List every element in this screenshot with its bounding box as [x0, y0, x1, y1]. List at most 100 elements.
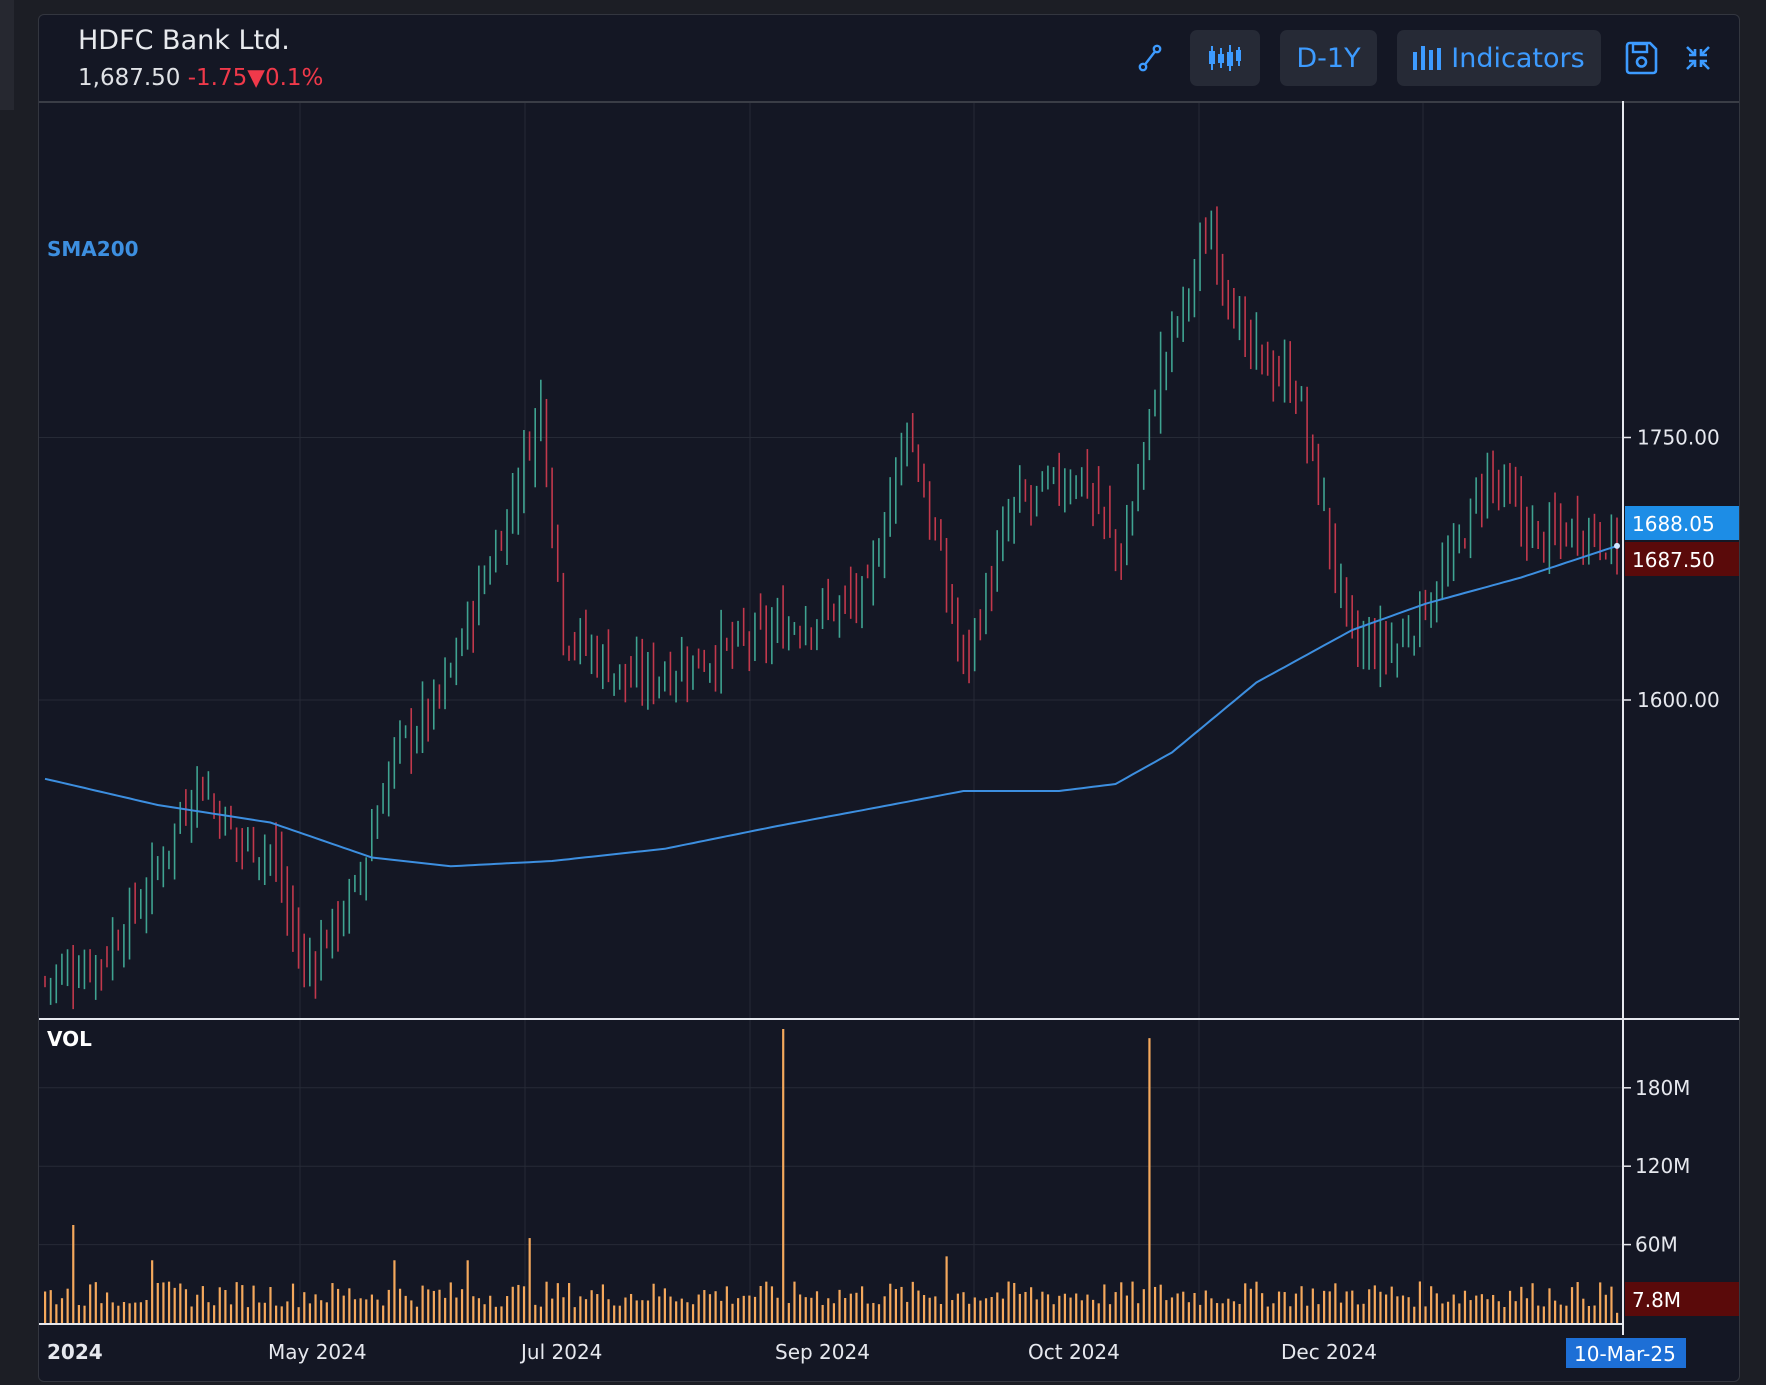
volume-bar: [776, 1297, 779, 1323]
volume-bar: [1153, 1286, 1157, 1323]
x-label-2024: 2024: [47, 1340, 103, 1364]
volume-bar: [860, 1286, 864, 1323]
volume-bar: [680, 1298, 683, 1323]
volume-bar: [1210, 1298, 1213, 1323]
svg-text:1687.50: 1687.50: [1632, 548, 1715, 572]
volume-bar: [83, 1305, 86, 1323]
x-label-sep-2024: Sep 2024: [775, 1340, 870, 1364]
volume-bar: [686, 1302, 689, 1323]
volume-bar: [1323, 1290, 1326, 1323]
volume-bar: [269, 1287, 272, 1323]
volume-bar: [1559, 1304, 1562, 1323]
volume-bar: [1604, 1294, 1607, 1323]
volume-bar: [184, 1289, 188, 1323]
volume-bar: [235, 1282, 238, 1323]
x-label-dec-2024: Dec 2024: [1281, 1340, 1377, 1364]
volume-bar: [528, 1238, 531, 1323]
volume-bar: [1463, 1290, 1467, 1323]
volume-bar: [973, 1297, 976, 1323]
volume-bar: [1289, 1306, 1292, 1323]
volume-bar: [1306, 1305, 1309, 1323]
volume-bar: [252, 1285, 255, 1323]
volume-bar: [1446, 1301, 1450, 1323]
volume-bar: [951, 1300, 954, 1323]
volume-bar: [1531, 1283, 1534, 1323]
volume-bar: [877, 1304, 881, 1323]
volume-bar: [1041, 1291, 1044, 1323]
volume-bar: [832, 1303, 836, 1323]
svg-text:1688.05: 1688.05: [1632, 512, 1715, 536]
svg-text:7.8M: 7.8M: [1632, 1288, 1681, 1312]
volume-bar: [1108, 1304, 1112, 1323]
volume-bar: [297, 1307, 300, 1323]
volume-bar: [545, 1281, 548, 1323]
volume-bar: [1046, 1294, 1050, 1323]
volume-bar: [275, 1305, 278, 1323]
volume-bar: [1379, 1291, 1382, 1323]
volume-bar: [1294, 1293, 1298, 1323]
volume-bar: [928, 1297, 931, 1323]
volume-bar: [714, 1291, 717, 1323]
volume-bar: [1390, 1286, 1393, 1323]
volume-bar: [522, 1286, 526, 1323]
volume-bar: [263, 1302, 266, 1323]
volume-bar: [1593, 1305, 1596, 1323]
volume-bar: [607, 1299, 610, 1323]
volume-bar: [1537, 1305, 1540, 1323]
volume-bar: [663, 1288, 666, 1323]
volume-bar: [658, 1296, 661, 1323]
volume-bar: [122, 1301, 126, 1323]
volume-bar: [179, 1283, 182, 1323]
volume-bar: [1424, 1306, 1427, 1323]
volume-bar: [320, 1300, 323, 1323]
volume-bar: [229, 1304, 233, 1323]
volume-bar: [793, 1281, 796, 1323]
volume-bar: [539, 1306, 543, 1323]
volume-bar: [697, 1294, 700, 1323]
volume-bar: [308, 1303, 312, 1323]
volume-bar: [218, 1287, 221, 1323]
volume-bar: [1176, 1293, 1179, 1323]
volume-bar: [1458, 1303, 1461, 1323]
volume-bar: [89, 1284, 92, 1323]
volume-bar: [1435, 1293, 1438, 1323]
volume-bar: [1441, 1303, 1444, 1323]
volume-bar: [1058, 1295, 1061, 1323]
volume-tick-label: 180M: [1635, 1076, 1690, 1100]
volume-bar: [427, 1289, 430, 1323]
x-label-jul-2024: Jul 2024: [519, 1340, 602, 1364]
volume-bar: [376, 1299, 379, 1323]
volume-bar: [66, 1288, 69, 1323]
sma200-price-tag: 1688.05: [1625, 506, 1739, 540]
volume-bar: [629, 1293, 633, 1323]
volume-bar: [984, 1298, 988, 1323]
price-volume-chart[interactable]: SMA200 VOL 1600.00 1750.00 60M 120M 180M 16…: [39, 15, 1739, 1381]
volume-bar: [303, 1292, 306, 1323]
volume-bar: [1492, 1294, 1495, 1323]
volume-bar: [1131, 1281, 1134, 1323]
volume-bar: [1469, 1300, 1472, 1323]
sma200-line: [44, 544, 1618, 868]
volume-bar: [703, 1290, 706, 1323]
volume-bar: [280, 1306, 283, 1323]
volume-bar: [1120, 1282, 1123, 1323]
volume-bar: [207, 1302, 210, 1323]
volume-bar: [584, 1299, 588, 1323]
volume-bar: [1013, 1282, 1016, 1323]
volume-bar: [342, 1295, 345, 1323]
volume-bar: [77, 1305, 81, 1323]
volume-bar: [382, 1305, 385, 1323]
volume-bar: [336, 1288, 340, 1323]
volume-bar: [444, 1297, 447, 1323]
volume-bar: [1345, 1291, 1348, 1323]
volume-bar: [432, 1290, 435, 1323]
volume-bar: [1368, 1289, 1371, 1323]
volume-bar: [939, 1303, 943, 1323]
volume-bar: [55, 1304, 58, 1323]
volume-bar: [1486, 1299, 1489, 1323]
volume-bar: [579, 1296, 582, 1323]
volume-bar: [173, 1287, 176, 1323]
volume-bar: [906, 1301, 909, 1323]
volume-bar: [421, 1285, 424, 1323]
volume-axis-labels: 60M 120M 180M: [1623, 1076, 1690, 1257]
